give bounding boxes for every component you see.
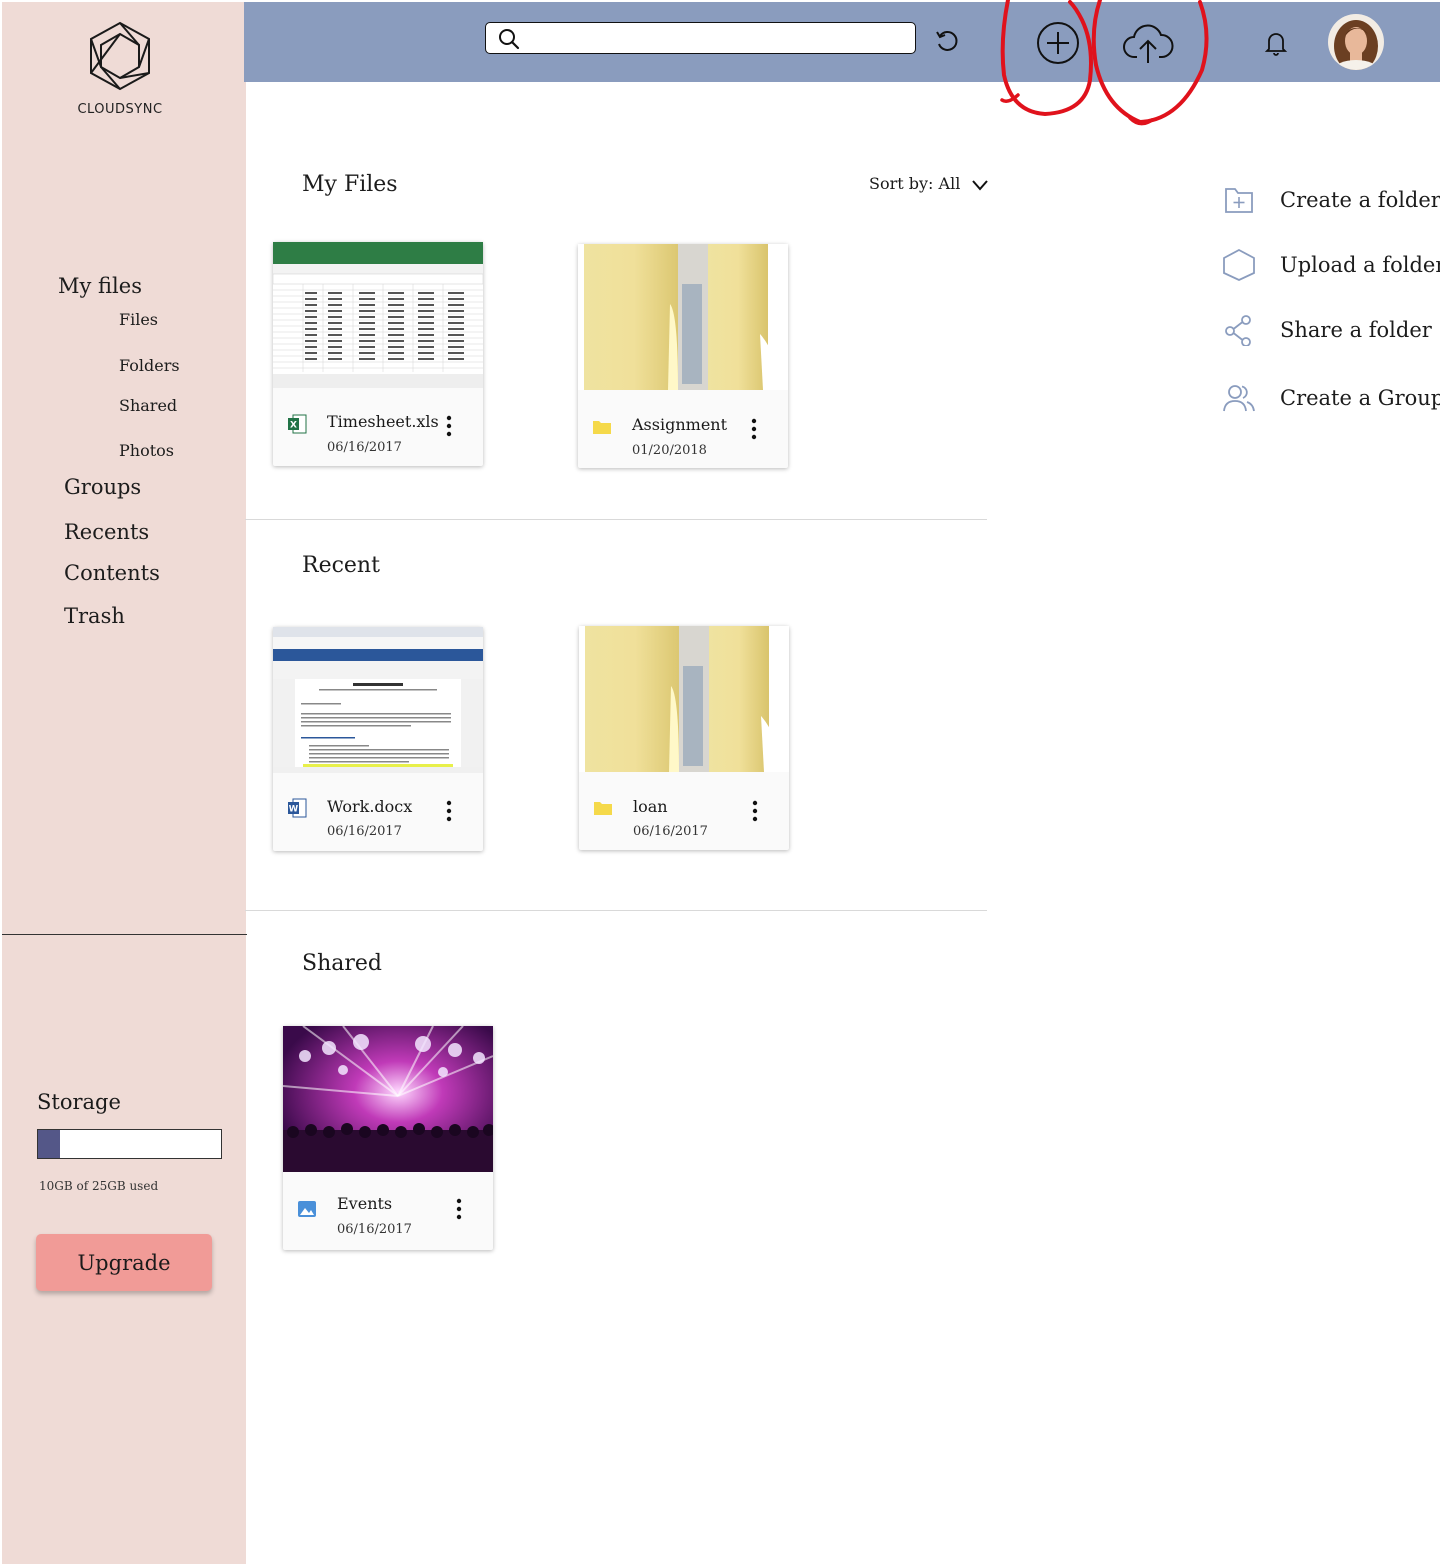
nav-groups[interactable]: Groups: [64, 475, 141, 499]
file-name: Events: [337, 1194, 393, 1213]
excel-thumbnail: [273, 242, 483, 388]
more-options-icon[interactable]: [750, 418, 758, 440]
nav-files[interactable]: Files: [119, 310, 158, 329]
folder-name: Assignment: [632, 415, 728, 434]
create-group-label: Create a Group: [1280, 386, 1440, 410]
storage-bar: [37, 1129, 222, 1159]
chevron-down-icon[interactable]: [970, 177, 990, 193]
nav-my-files[interactable]: My files: [58, 274, 142, 298]
svg-text:X: X: [290, 421, 297, 431]
cloud-upload-icon[interactable]: [1122, 21, 1174, 65]
image-file-icon: [298, 1201, 316, 1217]
file-date: 06/16/2017: [327, 824, 402, 839]
refresh-icon[interactable]: [934, 28, 960, 54]
folder-name: loan: [633, 797, 668, 816]
search-icon: [499, 29, 520, 50]
create-group-action[interactable]: Create a Group: [1222, 378, 1440, 418]
create-folder-label: Create a folder: [1280, 188, 1440, 212]
nav-contents[interactable]: Contents: [64, 561, 160, 585]
file-date: 06/16/2017: [327, 440, 402, 455]
shared-title: Shared: [302, 951, 382, 976]
my-files-title: My Files: [302, 172, 398, 197]
section-divider: [245, 519, 987, 520]
folder-plus-icon: [1225, 188, 1253, 213]
folder-thumbnail: [579, 626, 789, 772]
create-folder-action[interactable]: Create a folder: [1222, 180, 1440, 220]
nav-folders[interactable]: Folders: [119, 356, 180, 375]
sidebar-divider: [2, 934, 247, 935]
section-divider: [245, 910, 987, 911]
folder-date: 06/16/2017: [633, 824, 708, 839]
upload-folder-label: Upload a folder: [1280, 253, 1440, 277]
folder-icon: [594, 802, 612, 815]
more-options-icon[interactable]: [445, 800, 453, 822]
storage-bar-fill: [38, 1130, 60, 1158]
image-thumbnail: [283, 1026, 493, 1172]
excel-file-icon: X: [288, 414, 307, 434]
share-folder-label: Share a folder: [1280, 318, 1432, 342]
top-bar: [244, 2, 1440, 82]
word-file-icon: W: [288, 798, 307, 818]
file-card-timesheet[interactable]: X Timesheet.xls 06/16/2017: [273, 242, 483, 466]
more-options-icon[interactable]: [455, 1198, 463, 1220]
nav-shared[interactable]: Shared: [119, 396, 177, 415]
more-options-icon[interactable]: [751, 800, 759, 822]
recent-title: Recent: [302, 553, 380, 578]
file-name: Work.docx: [327, 797, 413, 816]
sidebar: CLOUDSYNC My files Files Folders Shared …: [2, 2, 247, 1564]
sort-dropdown[interactable]: Sort by: All: [869, 174, 960, 193]
group-icon: [1223, 385, 1255, 412]
hexagon-icon: [1223, 249, 1255, 281]
folder-card-assignment[interactable]: Assignment 01/20/2018: [578, 244, 788, 468]
folder-date: 01/20/2018: [632, 443, 707, 458]
file-card-work[interactable]: W Work.docx 06/16/2017: [273, 627, 483, 851]
add-circle-icon[interactable]: [1036, 21, 1080, 65]
avatar[interactable]: [1328, 14, 1384, 70]
brand-name: CLOUDSYNC: [77, 102, 163, 117]
cloudsync-logo: [90, 21, 150, 91]
nav-photos[interactable]: Photos: [119, 441, 174, 460]
file-name: Timesheet.xls: [327, 412, 439, 431]
upload-folder-action[interactable]: Upload a folder: [1222, 245, 1440, 285]
storage-usage-text: 10GB of 25GB used: [39, 1179, 159, 1193]
word-thumbnail: [273, 627, 483, 773]
search-bar[interactable]: [485, 22, 916, 54]
search-input[interactable]: [524, 26, 904, 50]
nav-trash[interactable]: Trash: [64, 604, 125, 628]
file-date: 06/16/2017: [337, 1222, 412, 1237]
svg-text:W: W: [289, 805, 299, 815]
bell-icon[interactable]: [1264, 30, 1288, 56]
share-icon: [1225, 315, 1251, 346]
storage-title: Storage: [37, 1090, 121, 1114]
folder-thumbnail: [578, 244, 788, 390]
folder-card-loan[interactable]: loan 06/16/2017: [579, 626, 789, 850]
file-card-events[interactable]: Events 06/16/2017: [283, 1026, 493, 1250]
nav-recents[interactable]: Recents: [64, 520, 149, 544]
share-folder-action[interactable]: Share a folder: [1222, 310, 1440, 350]
upgrade-button[interactable]: Upgrade: [36, 1234, 212, 1291]
more-options-icon[interactable]: [445, 415, 453, 437]
folder-icon: [593, 421, 611, 434]
